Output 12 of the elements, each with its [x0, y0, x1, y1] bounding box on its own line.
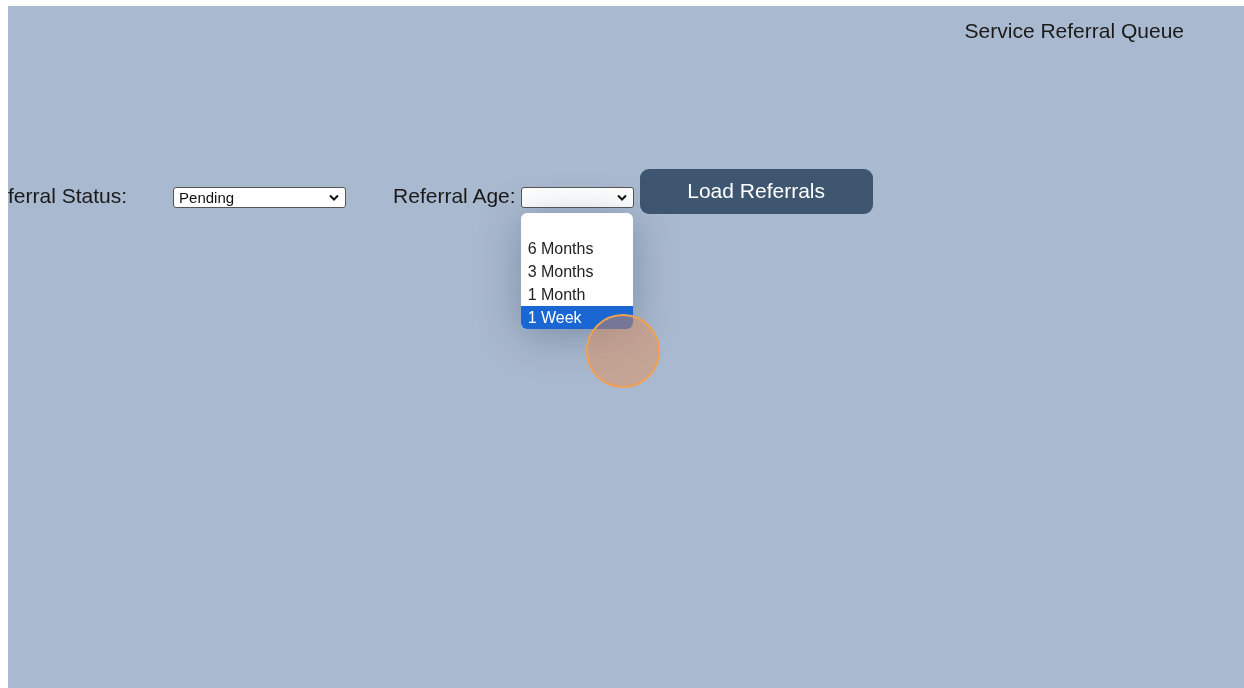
load-referrals-button[interactable]: Load Referrals — [639, 168, 873, 214]
dropdown-option[interactable]: 1 Month — [520, 282, 633, 306]
page-title: Service Referral Queue — [964, 19, 1184, 43]
dropdown-option[interactable]: 1 Week — [520, 305, 633, 329]
caret-icon — [329, 193, 340, 201]
dropdown-option[interactable]: 6 Months — [520, 236, 633, 260]
caret-icon — [616, 193, 627, 201]
dropdown[interactable]: Pending — [173, 186, 347, 208]
filter-label: Referral Age: — [393, 184, 516, 208]
dropdown-option[interactable]: 3 Months — [520, 259, 633, 283]
filter-label: ferral Status: — [8, 184, 128, 208]
dropdown[interactable] — [520, 186, 634, 208]
